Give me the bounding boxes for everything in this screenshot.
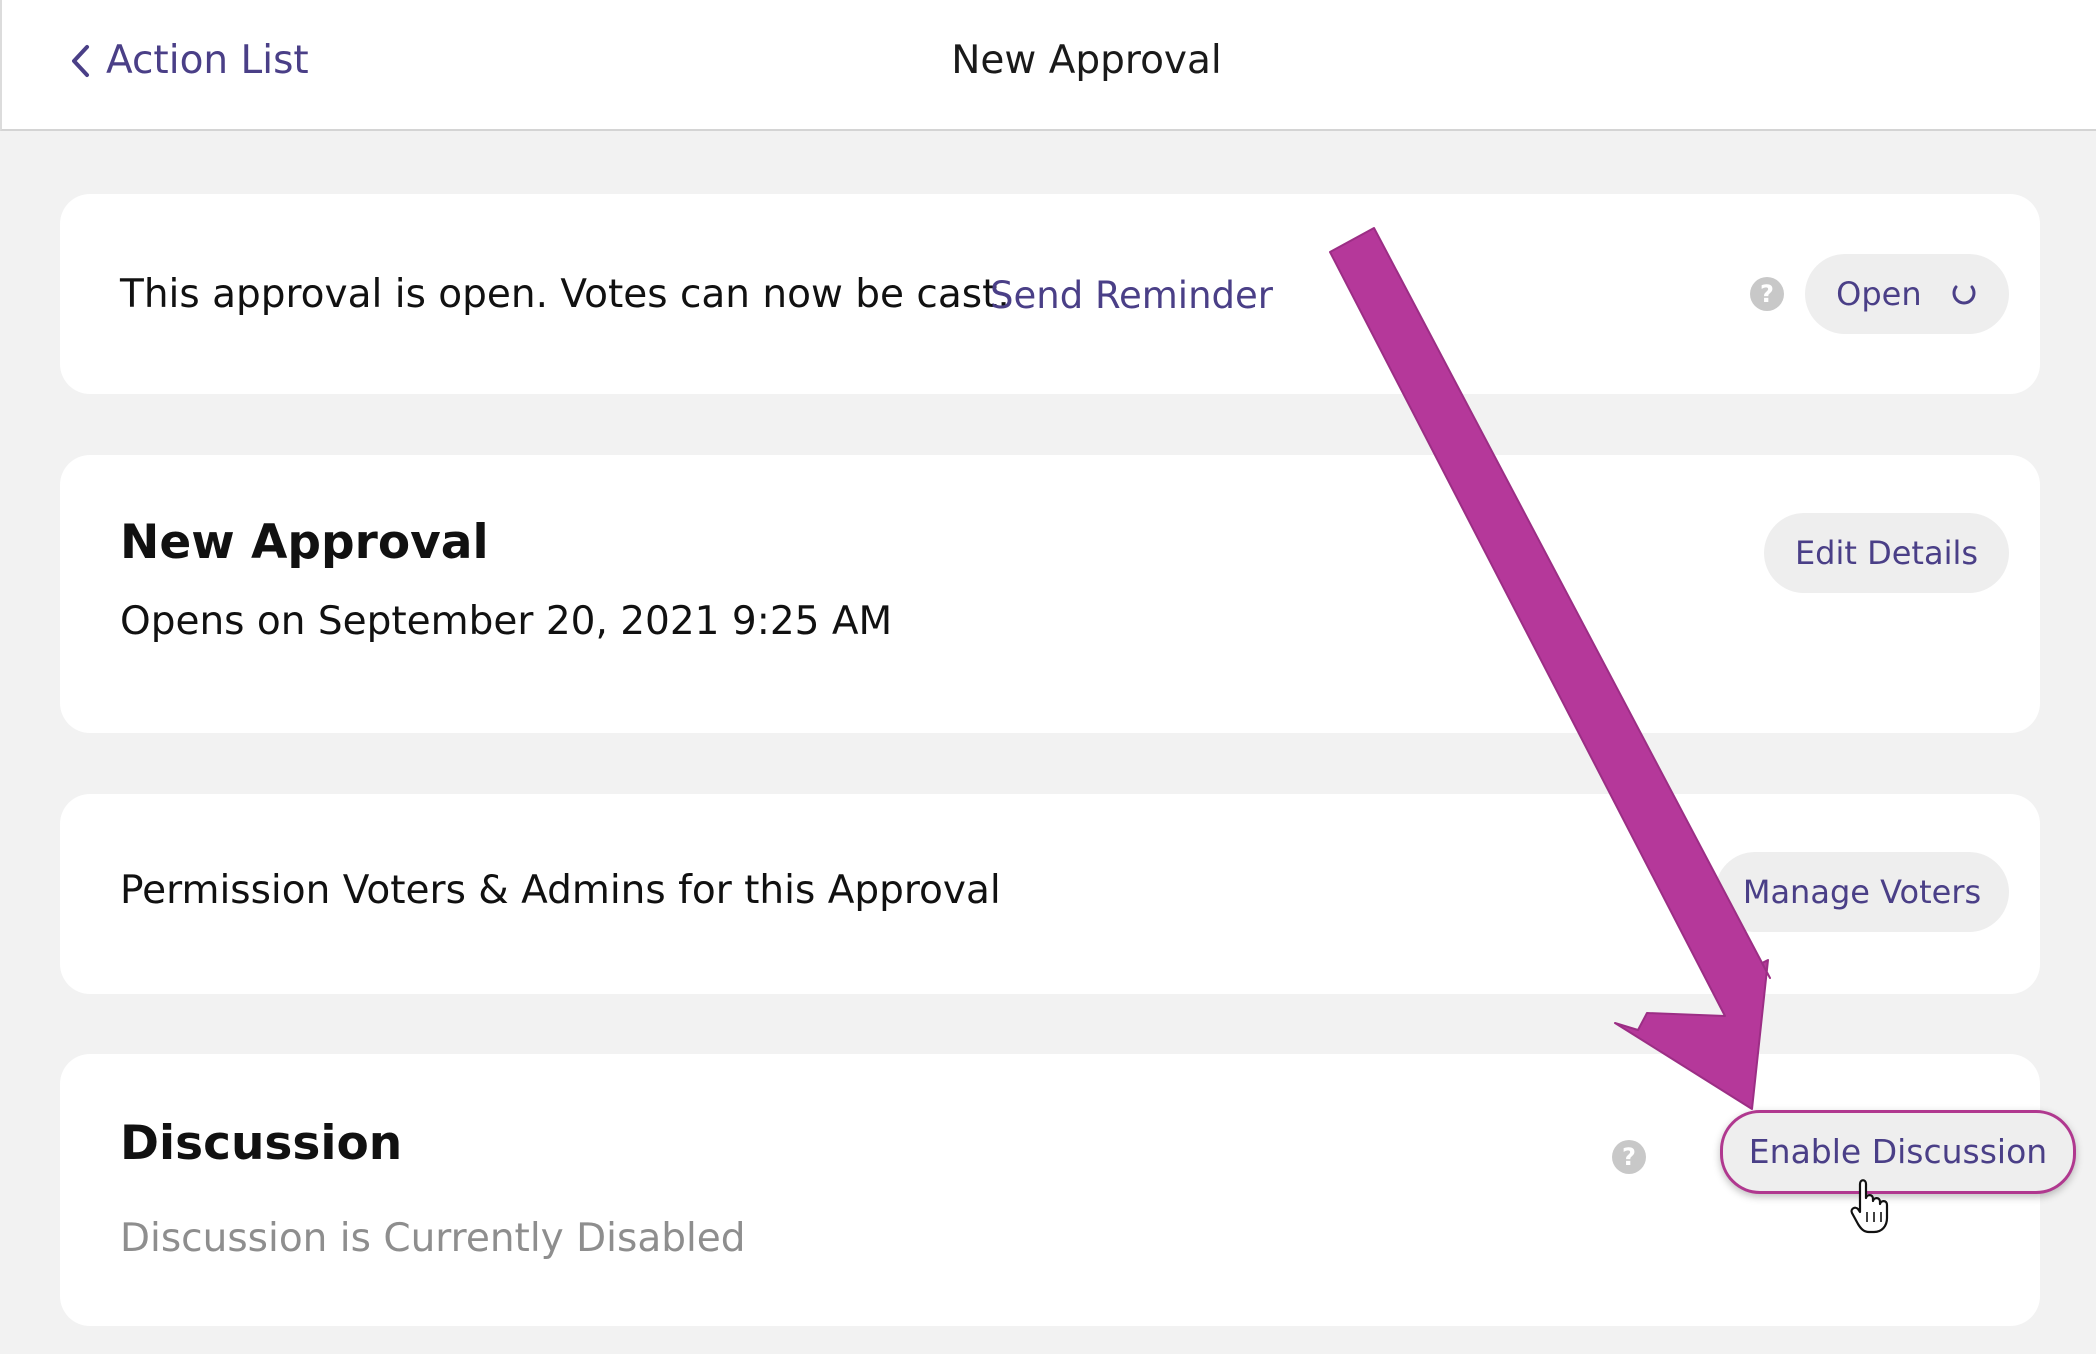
voters-card: Permission Voters & Admins for this Appr…: [60, 794, 2040, 994]
question-circle-icon[interactable]: ?: [1612, 1140, 1646, 1174]
approval-details-card: New Approval Opens on September 20, 2021…: [60, 455, 2040, 733]
question-circle-icon[interactable]: ?: [1750, 277, 1784, 311]
manage-voters-button[interactable]: Manage Voters: [1715, 852, 2009, 932]
send-reminder-link[interactable]: Send Reminder: [990, 274, 1273, 317]
page-title: New Approval: [951, 38, 1222, 83]
approval-title: New Approval: [120, 515, 489, 570]
top-header: Action List New Approval: [0, 0, 2096, 131]
spinner-icon: [1950, 256, 1978, 336]
edit-details-button[interactable]: Edit Details: [1764, 513, 2009, 593]
discussion-title: Discussion: [120, 1116, 403, 1171]
opens-date-text: Opens on September 20, 2021 9:25 AM: [120, 599, 893, 644]
permission-voters-text: Permission Voters & Admins for this Appr…: [120, 868, 1001, 913]
open-status-button[interactable]: Open: [1805, 254, 2009, 334]
open-status-label: Open: [1836, 275, 1922, 313]
status-card: This approval is open. Votes can now be …: [60, 194, 2040, 394]
discussion-status-text: Discussion is Currently Disabled: [120, 1216, 746, 1261]
enable-discussion-button[interactable]: Enable Discussion: [1720, 1110, 2076, 1194]
approval-status-text: This approval is open. Votes can now be …: [120, 272, 1010, 317]
discussion-card: Discussion Discussion is Currently Disab…: [60, 1054, 2076, 1326]
